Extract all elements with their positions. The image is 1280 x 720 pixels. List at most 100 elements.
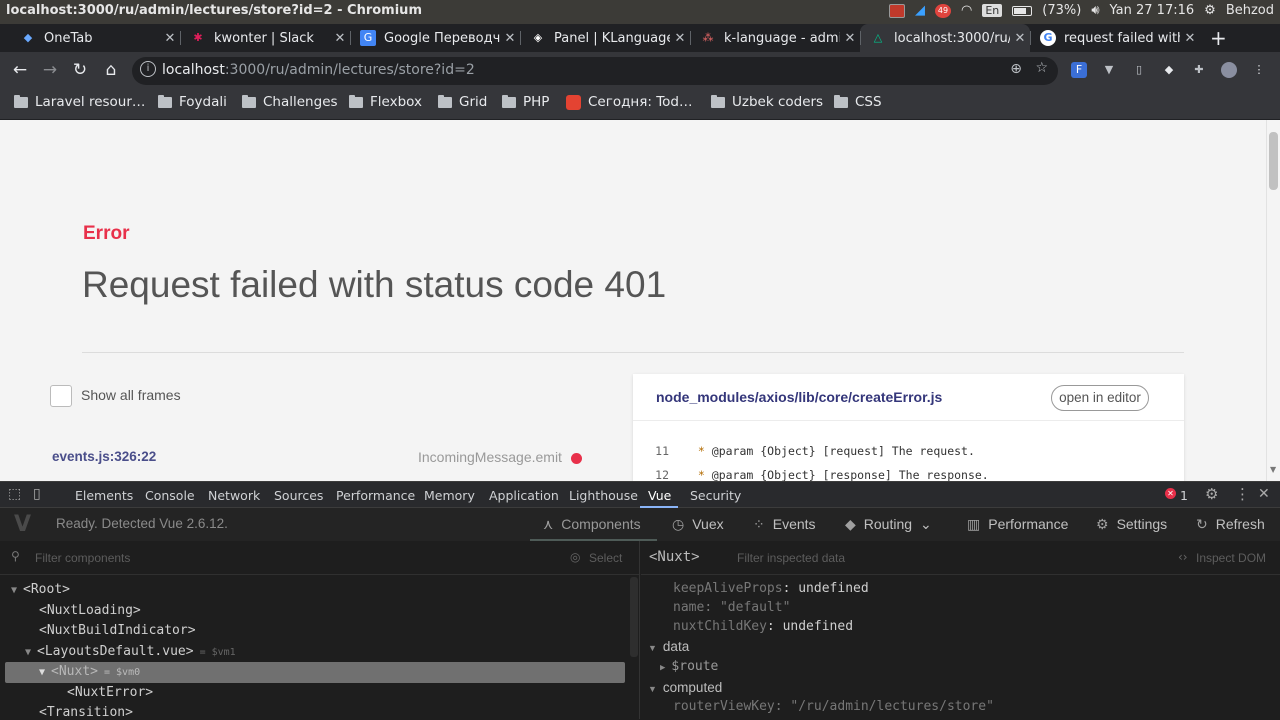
data-section-header[interactable]: ▼ data bbox=[648, 639, 689, 654]
reload-icon[interactable]: ↻ bbox=[69, 60, 91, 80]
tab-console[interactable]: Console bbox=[145, 488, 195, 503]
nav-components[interactable]: ⋏ Components bbox=[543, 516, 641, 533]
data-item[interactable]: ▶ $route bbox=[660, 659, 718, 674]
close-tab-icon[interactable]: ✕ bbox=[500, 31, 520, 46]
extension-device-icon[interactable]: ▯ bbox=[1131, 62, 1147, 78]
prop-row[interactable]: nuxtChildKey: undefined bbox=[673, 619, 853, 634]
expand-arrow-icon[interactable]: ▼ bbox=[25, 647, 31, 658]
bookmark-uzbek-coders[interactable]: Uzbek coders bbox=[711, 94, 823, 110]
tab-onetab[interactable]: ◆ OneTab ✕ bbox=[10, 24, 180, 52]
tree-scrollbar[interactable] bbox=[630, 577, 638, 657]
close-tab-icon[interactable]: ✕ bbox=[840, 31, 860, 46]
user-name[interactable]: Behzod bbox=[1226, 3, 1274, 18]
tree-item[interactable]: ▼ <Root> bbox=[11, 582, 70, 597]
bookmark-css[interactable]: CSS bbox=[834, 94, 882, 110]
stats-icon[interactable]: ◢ bbox=[915, 3, 925, 18]
open-in-editor-button[interactable]: open in editor bbox=[1051, 385, 1149, 411]
tree-item[interactable]: ▼ <LayoutsDefault.vue> = $vm1 bbox=[25, 644, 236, 659]
collapse-arrow-icon[interactable]: ▶ bbox=[660, 663, 665, 673]
select-target-icon[interactable]: ◎ bbox=[570, 550, 580, 564]
tab-localhost[interactable]: △ localhost:3000/ru/admin ✕ bbox=[860, 24, 1030, 52]
stack-frame-file[interactable]: events.js:326:22 bbox=[52, 449, 156, 464]
select-button[interactable]: Select bbox=[589, 551, 622, 565]
tab-google-translate[interactable]: G Google Переводчик ✕ bbox=[350, 24, 520, 52]
tab-network[interactable]: Network bbox=[208, 488, 260, 503]
profile-avatar-icon[interactable] bbox=[1221, 62, 1237, 78]
menu-dots-icon[interactable]: ⋮ bbox=[1251, 62, 1267, 78]
keyboard-layout[interactable]: En bbox=[982, 4, 1003, 17]
scroll-down-arrow-icon[interactable]: ▼ bbox=[1270, 465, 1276, 474]
tab-memory[interactable]: Memory bbox=[424, 488, 475, 503]
stack-frame-function[interactable]: IncomingMessage.emit bbox=[418, 449, 562, 465]
nav-vuex[interactable]: ◷ Vuex bbox=[672, 516, 724, 533]
page-scrollbar[interactable]: ▼ bbox=[1266, 120, 1280, 481]
datetime[interactable]: Yan 27 17:16 bbox=[1110, 3, 1195, 18]
tree-item[interactable]: <NuxtLoading> bbox=[39, 603, 141, 618]
tab-google-search[interactable]: G request failed with ✕ bbox=[1030, 24, 1200, 52]
nav-events[interactable]: ⁘ Events bbox=[753, 516, 816, 533]
close-tab-icon[interactable]: ✕ bbox=[1180, 31, 1200, 46]
info-icon[interactable]: i bbox=[140, 61, 156, 77]
computed-row[interactable]: routerViewKey: "/ru/admin/lectures/store… bbox=[673, 699, 994, 714]
show-all-frames-label[interactable]: Show all frames bbox=[81, 387, 181, 403]
back-arrow-icon[interactable]: ← bbox=[9, 60, 31, 80]
bookmark-challenges[interactable]: Challenges bbox=[242, 94, 338, 110]
scrollbar-thumb[interactable] bbox=[1269, 132, 1278, 190]
bookmark-foydali[interactable]: Foydali bbox=[158, 94, 227, 110]
nav-settings[interactable]: ⚙ Settings bbox=[1096, 516, 1167, 533]
battery-icon[interactable] bbox=[1012, 5, 1033, 16]
extension-translator-icon[interactable]: F bbox=[1071, 62, 1087, 78]
zoom-icon[interactable]: ⊕ bbox=[1010, 61, 1022, 77]
tab-security[interactable]: Security bbox=[690, 488, 741, 503]
extension-vue-icon[interactable]: ▼ bbox=[1101, 62, 1117, 78]
nav-performance[interactable]: ▥ Performance bbox=[967, 516, 1068, 533]
tree-item[interactable]: <Transition> bbox=[39, 705, 133, 720]
notification-badge-icon[interactable]: 49 bbox=[935, 3, 951, 18]
wifi-icon[interactable]: ◠ bbox=[961, 3, 972, 18]
address-bar[interactable]: i localhost:3000/ru/admin/lectures/store… bbox=[132, 57, 1058, 85]
computed-section-header[interactable]: ▼ computed bbox=[648, 680, 722, 695]
close-tab-icon[interactable]: ✕ bbox=[1010, 31, 1030, 46]
tab-lighthouse[interactable]: Lighthouse bbox=[569, 488, 638, 503]
filter-components-input[interactable]: Filter components bbox=[35, 551, 130, 565]
tab-panel[interactable]: ◈ Panel | KLanguage ✕ bbox=[520, 24, 690, 52]
error-icon[interactable]: ✕ bbox=[1165, 488, 1176, 499]
settings-gear-icon[interactable]: ⚙ bbox=[1204, 3, 1216, 18]
prop-row[interactable]: name: "default" bbox=[673, 600, 790, 615]
extensions-puzzle-icon[interactable]: ✚ bbox=[1191, 62, 1207, 78]
expand-arrow-icon[interactable]: ▼ bbox=[648, 643, 657, 653]
device-toolbar-icon[interactable]: ▯ bbox=[33, 486, 41, 502]
error-count[interactable]: 1 bbox=[1180, 488, 1188, 503]
bookmark-grid[interactable]: Grid bbox=[438, 94, 487, 110]
more-dots-icon[interactable]: ⋮ bbox=[1235, 485, 1250, 503]
new-tab-plus-icon[interactable]: + bbox=[1210, 26, 1227, 50]
star-icon[interactable]: ☆ bbox=[1035, 60, 1048, 76]
volume-icon[interactable]: 🔊︎ bbox=[1091, 3, 1099, 18]
tab-performance[interactable]: Performance bbox=[336, 488, 415, 503]
tab-asana[interactable]: ⁂ k-language - admin ✕ bbox=[690, 24, 860, 52]
bookmark-flexbox[interactable]: Flexbox bbox=[349, 94, 422, 110]
home-icon[interactable]: ⌂ bbox=[100, 60, 122, 80]
prop-row[interactable]: keepAliveProps: undefined bbox=[673, 581, 869, 596]
settings-gear-icon[interactable]: ⚙ bbox=[1205, 485, 1218, 503]
close-devtools-icon[interactable]: ✕ bbox=[1258, 486, 1270, 502]
expand-arrow-icon[interactable]: ▼ bbox=[648, 684, 657, 694]
tab-sources[interactable]: Sources bbox=[274, 488, 323, 503]
nav-refresh[interactable]: ↻ Refresh bbox=[1196, 516, 1265, 533]
close-tab-icon[interactable]: ✕ bbox=[670, 31, 690, 46]
bookmark-todoist[interactable]: Сегодня: Tod… bbox=[566, 94, 693, 110]
record-icon[interactable] bbox=[889, 3, 905, 18]
tree-item-selected[interactable]: ▼ <Nuxt> = $vm0 bbox=[39, 664, 140, 679]
filter-inspected-input[interactable]: Filter inspected data bbox=[737, 551, 845, 565]
show-all-frames-checkbox[interactable] bbox=[50, 385, 72, 407]
forward-arrow-icon[interactable]: → bbox=[39, 60, 61, 80]
expand-arrow-icon[interactable]: ▼ bbox=[39, 667, 45, 678]
url-text[interactable]: localhost:3000/ru/admin/lectures/store?i… bbox=[162, 62, 475, 78]
inspect-element-icon[interactable]: ⬚ bbox=[8, 486, 21, 502]
tab-vue[interactable]: Vue bbox=[648, 488, 671, 503]
inspect-dom-button[interactable]: Inspect DOM bbox=[1196, 551, 1266, 565]
extension-diamond-icon[interactable]: ◆ bbox=[1161, 62, 1177, 78]
close-tab-icon[interactable]: ✕ bbox=[330, 31, 350, 46]
tree-item[interactable]: <NuxtError> bbox=[67, 685, 153, 700]
close-tab-icon[interactable]: ✕ bbox=[160, 31, 180, 46]
